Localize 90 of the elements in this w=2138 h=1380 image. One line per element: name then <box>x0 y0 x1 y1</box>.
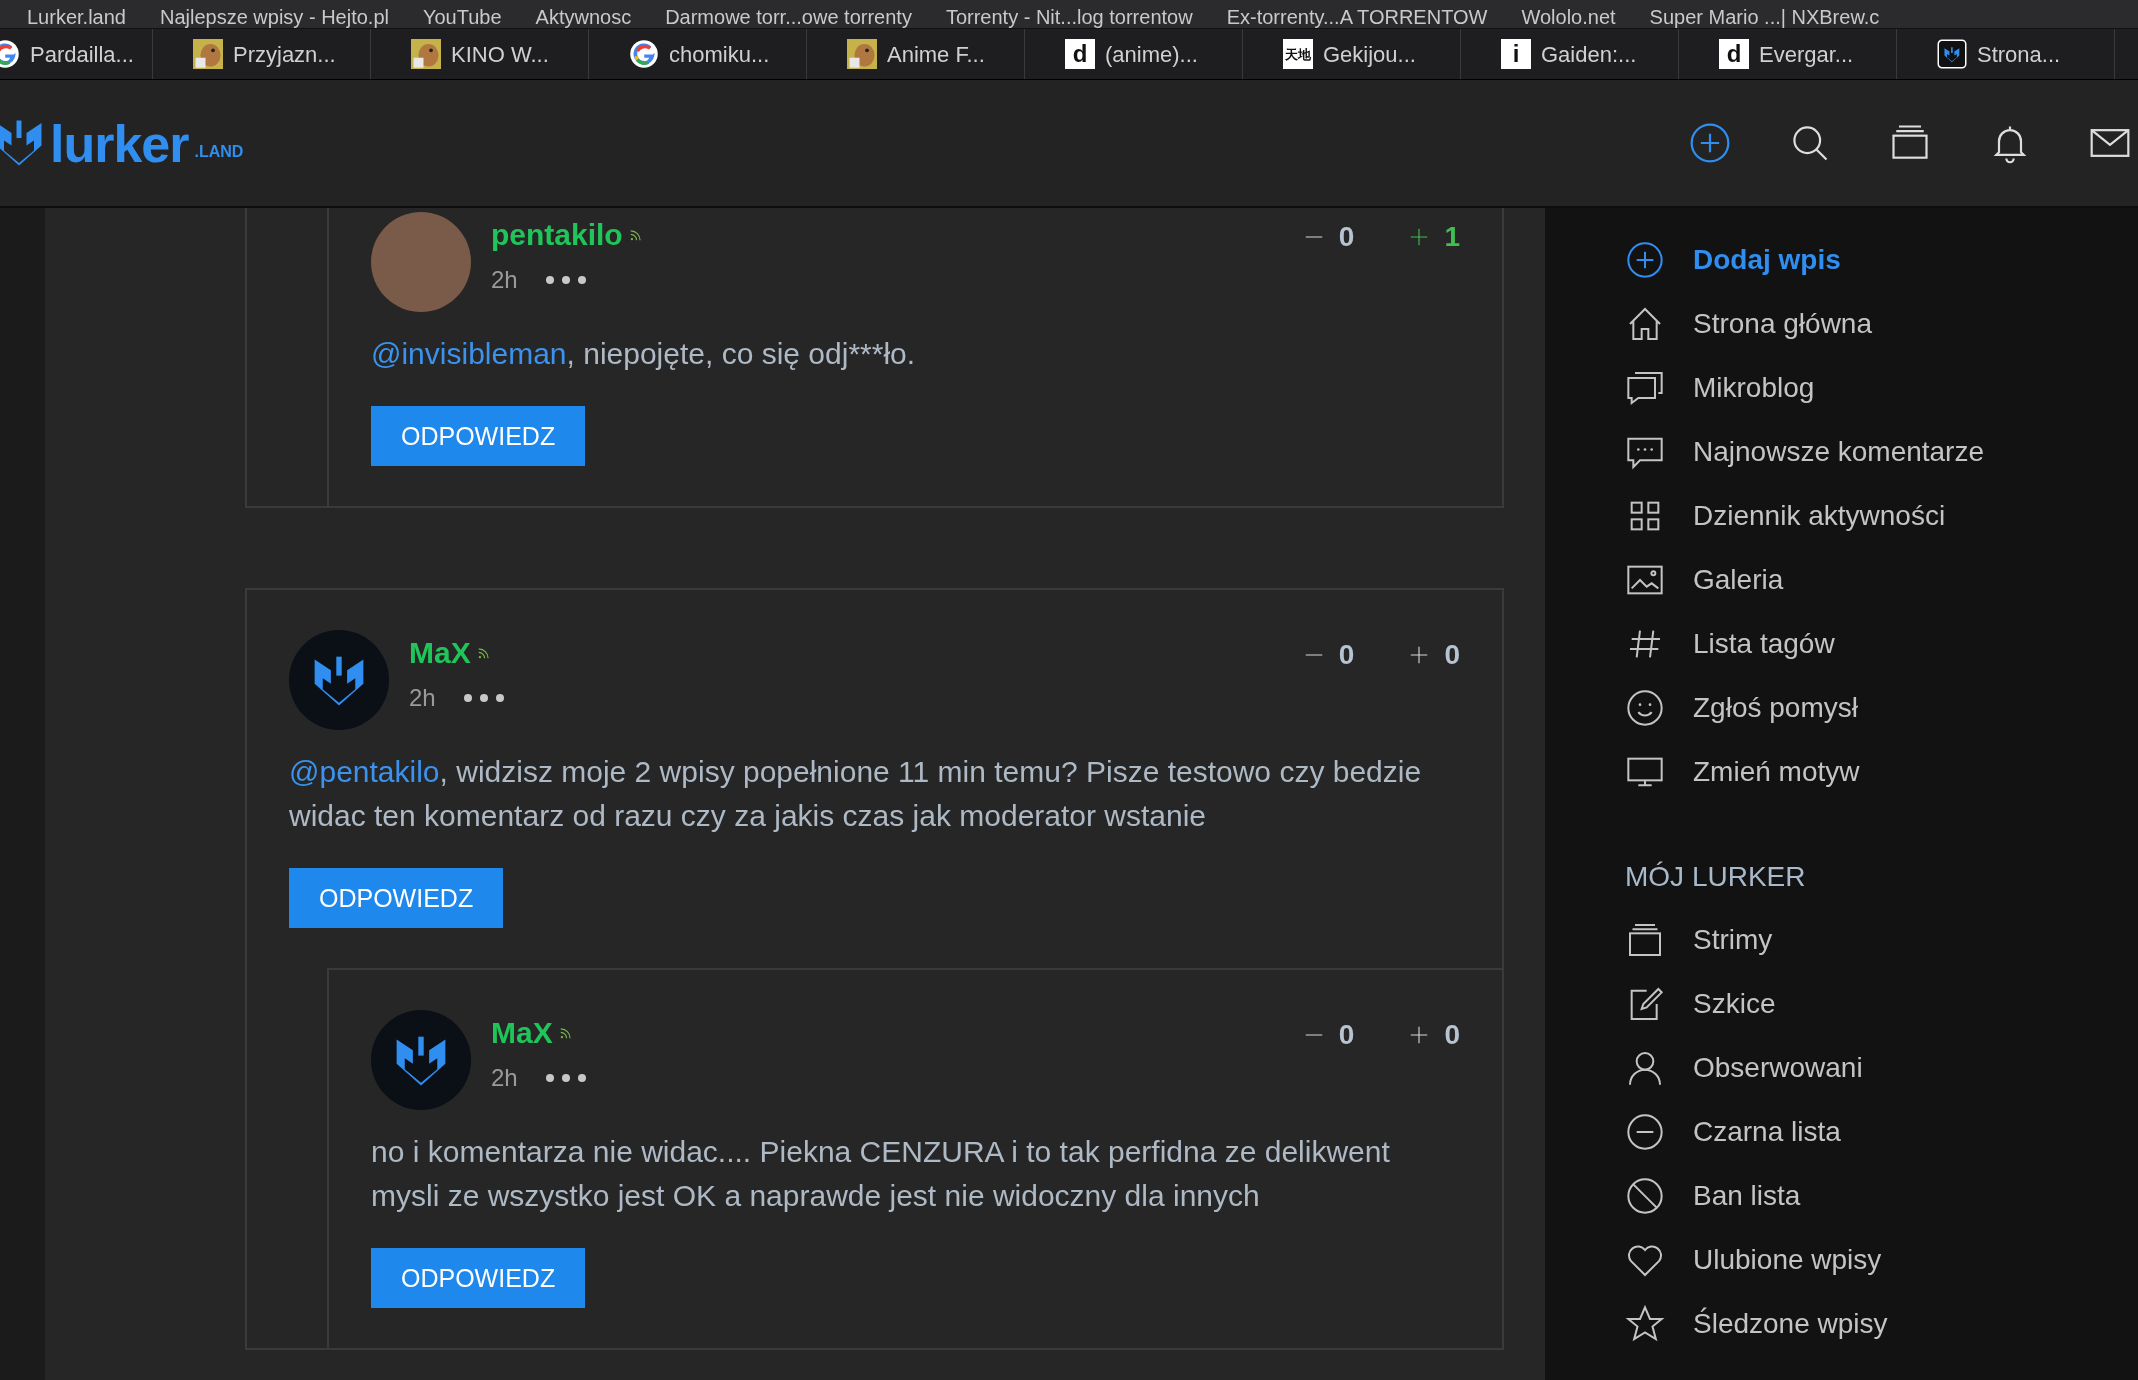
mention-link[interactable]: @pentakilo <box>289 755 440 788</box>
tab-title: Anime F... <box>887 40 985 69</box>
sidebar-item[interactable]: Czarna lista <box>1625 1100 2138 1164</box>
browser-tab[interactable]: d Evergar... <box>1679 29 1897 79</box>
comment-text: @invisibleman, niepojęte, co się odj***ło. <box>371 336 917 372</box>
smiley-icon <box>1625 688 1665 728</box>
rss-icon <box>558 1026 573 1040</box>
favicon-icon: i <box>1501 39 1531 69</box>
sidebar-item[interactable]: Strimy <box>1625 908 2138 972</box>
sidebar-item[interactable]: Ban lista <box>1625 1164 2138 1228</box>
bookmark-link[interactable]: Aktywnosc <box>535 6 632 28</box>
hamster-thumbnail-icon <box>193 39 223 69</box>
hamster-thumbnail-icon <box>847 39 877 69</box>
vote-count: 0 <box>1338 220 1355 254</box>
vote-count: 0 <box>1338 1018 1355 1052</box>
browser-tab[interactable]: chomiku... <box>589 29 807 79</box>
vote-count: 0 <box>1444 638 1460 672</box>
browser-tab[interactable]: KINO W... <box>371 29 589 79</box>
browser-tab[interactable]: Strona... <box>1897 29 2115 79</box>
section-heading: MÓJ LURKER <box>1625 860 1807 894</box>
bookmark-link[interactable]: Lurker.land <box>27 6 126 28</box>
sidebar-item[interactable]: Zmień motyw <box>1625 740 2138 804</box>
site-logo[interactable]: lurker.LAND <box>0 116 244 170</box>
ban-icon <box>1625 1176 1665 1216</box>
sidebar-item[interactable]: Ulubione wpisy <box>1625 1228 2138 1292</box>
tab-title: Przyjazn... <box>233 40 336 69</box>
sidebar-item[interactable]: Dodaj wpis <box>1625 228 2138 292</box>
mention-link[interactable]: @invisibleman <box>371 337 567 370</box>
rss-icon <box>628 228 643 242</box>
sidebar-item[interactable]: Mikroblog <box>1625 356 2138 420</box>
comment-text: no i komentarza nie widac.... Piekna CENZURA i to tak perfidna ze delikwent mysli ze wszystko jest OK a naprawde jest nie widoczny dla innych <box>371 1134 1391 1214</box>
reply-button[interactable]: ODPOWIEDZ <box>371 1248 586 1308</box>
vote-count: 0 <box>1444 1018 1460 1052</box>
vote-count: 1 <box>1444 220 1460 254</box>
sidebar-item[interactable]: Szkice <box>1625 972 2138 1036</box>
tab-title: chomiku... <box>669 40 770 69</box>
reply-button[interactable]: ODPOWIEDZ <box>371 406 586 466</box>
browser-tab[interactable]: i Gaiden:... <box>1461 29 1679 79</box>
browser-tab[interactable]: d (anime)... <box>1025 29 1243 79</box>
add-icon[interactable] <box>1688 121 1732 165</box>
avatar-icon <box>371 1010 471 1110</box>
reply-button[interactable]: ODPOWIEDZ <box>289 868 504 928</box>
bookmark-link[interactable]: Ex-torrenty...A TORRENTOW <box>1226 6 1488 28</box>
tab-title: Gaiden:... <box>1541 40 1637 69</box>
more-options-icon[interactable] <box>545 274 586 286</box>
browser-tab[interactable]: Pardailla... <box>0 29 153 79</box>
sidebar-item[interactable]: Śledzone wpisy <box>1625 1292 2138 1356</box>
hamster-thumbnail-icon <box>411 39 441 69</box>
vote-count: 0 <box>1338 638 1355 672</box>
favicon-icon: d <box>1719 39 1749 69</box>
star-icon <box>1625 1304 1665 1344</box>
tab-title: Gekijou... <box>1323 40 1416 69</box>
time-ago: 2h <box>409 683 436 713</box>
avatar-icon <box>289 630 389 730</box>
google-icon <box>629 39 659 69</box>
time-ago: 2h <box>491 265 518 295</box>
username-link[interactable]: pentakilo <box>491 218 623 252</box>
time-ago: 2h <box>491 1063 518 1093</box>
comment-text: @pentakilo, widzisz moje 2 wpisy popełnione 11 min temu? Pisze testowo czy bedzie widac ten komentarz od razu czy za jakis czas jak moderator wstanie <box>289 754 1423 834</box>
tab-title: Pardailla... <box>30 40 134 69</box>
tab-title: Evergar... <box>1759 40 1854 69</box>
more-options-icon[interactable] <box>463 692 504 704</box>
favicon-icon: 天地 <box>1283 39 1313 69</box>
rss-icon <box>476 646 491 660</box>
sidebar-item[interactable]: Obserwowani <box>1625 1036 2138 1100</box>
browser-tab[interactable]: 天地 Gekijou... <box>1243 29 1461 79</box>
sidebar-item[interactable]: Najnowsze komentarze <box>1625 420 2138 484</box>
sidebar-item[interactable]: Zgłoś pomysł <box>1625 676 2138 740</box>
sidebar-item[interactable]: Dziennik aktywności <box>1625 484 2138 548</box>
bookmark-link[interactable]: Torrenty - Nit...log torrentow <box>945 6 1193 28</box>
tab-title: Strona... <box>1977 40 2061 69</box>
bookmark-link[interactable]: Darmowe torr...owe torrenty <box>665 6 912 28</box>
add-icon <box>1625 240 1665 280</box>
username-link[interactable]: MaX <box>409 636 471 670</box>
tab-title: (anime)... <box>1105 40 1198 69</box>
bookmark-link[interactable]: Super Mario ...| NXBrew.c <box>1649 6 1880 28</box>
bookmark-link[interactable]: YouTube <box>422 6 502 28</box>
sidebar-item[interactable]: Galeria <box>1625 548 2138 612</box>
username-link[interactable]: MaX <box>491 1016 553 1050</box>
bookmark-link[interactable]: Wololo.net <box>1521 6 1616 28</box>
sidebar-item[interactable]: Strona główna <box>1625 292 2138 356</box>
browser-tab[interactable]: Anime F... <box>807 29 1025 79</box>
shield-logo-icon <box>1937 39 1967 69</box>
browser-tab[interactable]: Przyjazn... <box>153 29 371 79</box>
minus-circle-icon <box>1625 1112 1665 1152</box>
bookmark-link[interactable]: Najlepsze wpisy - Hejto.pl <box>159 6 389 28</box>
sidebar-item[interactable]: Lista tagów <box>1625 612 2138 676</box>
tab-title: KINO W... <box>451 40 549 69</box>
favicon-icon: d <box>1065 39 1095 69</box>
more-options-icon[interactable] <box>545 1072 586 1084</box>
